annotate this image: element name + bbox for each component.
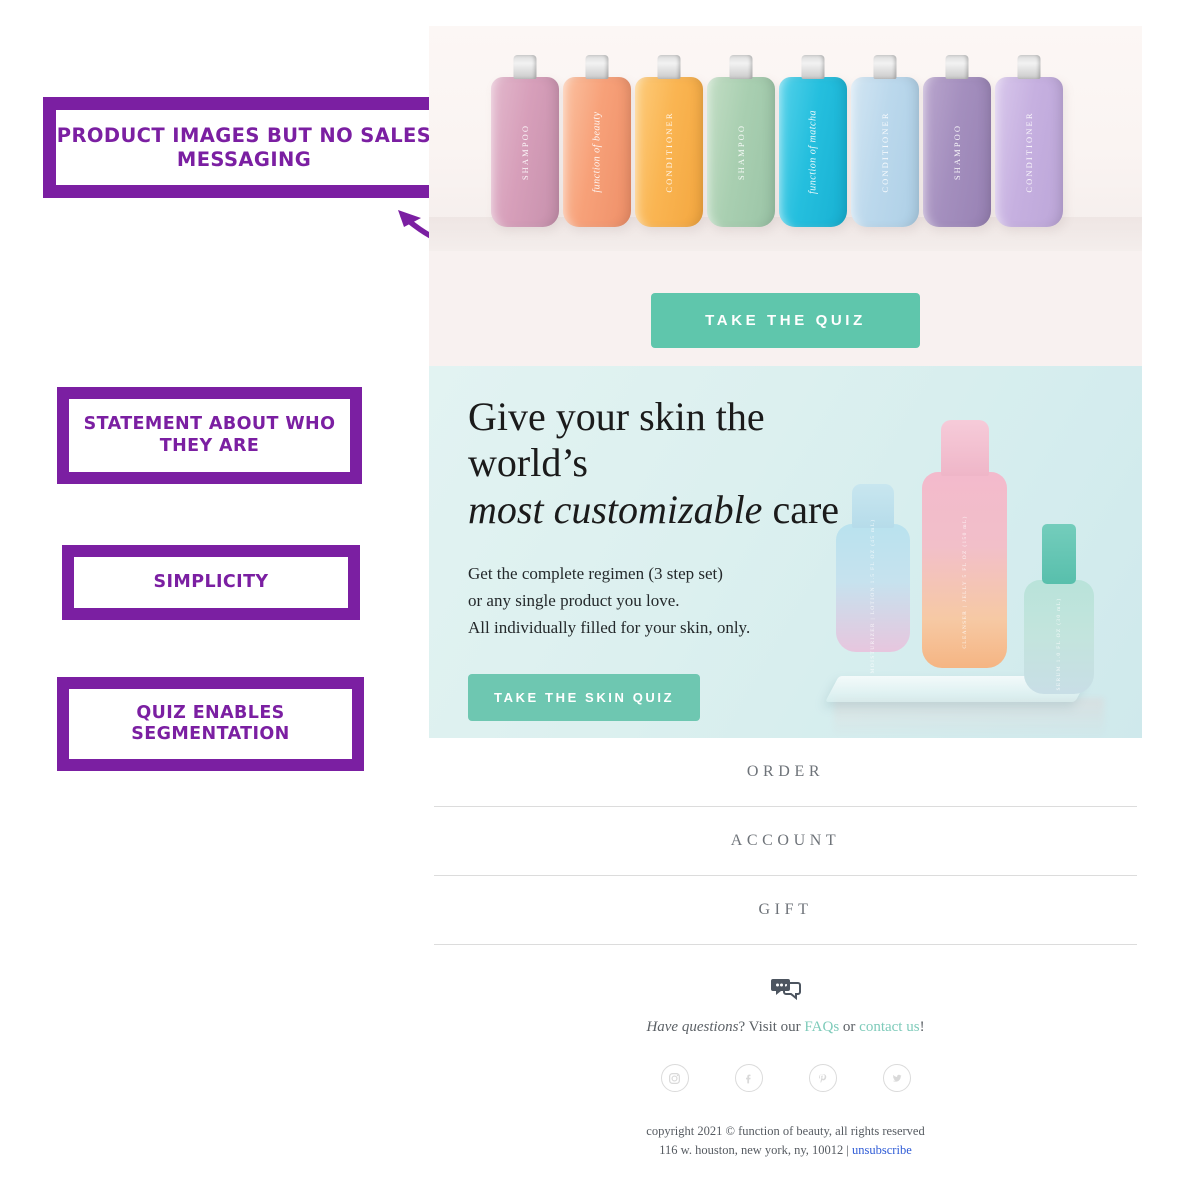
product-serum: SERUM 1.0 FL OZ (30 mL)	[1024, 524, 1094, 694]
bottle-label: SHAMPOO	[736, 123, 746, 181]
skin-headline-line1: Give your skin the world’s	[468, 394, 765, 486]
annotation-label: SIMPLICITY	[153, 571, 269, 592]
twitter-icon[interactable]	[882, 1064, 911, 1092]
bottle-conditioner-lavender: CONDITIONER	[995, 77, 1063, 227]
facebook-icon[interactable]	[734, 1064, 763, 1092]
annotation-label: PRODUCT IMAGES BUT NO SALES MESSAGING	[56, 123, 432, 171]
skin-headline-line2: most customizable care	[468, 487, 888, 533]
hero-cta-wrap: TAKE THE QUIZ	[429, 293, 1142, 348]
bottle-shampoo-purple: SHAMPOO	[923, 77, 991, 227]
bottle-cap	[1042, 524, 1076, 584]
bottle-conditioner-lightblue: CONDITIONER	[851, 77, 919, 227]
bottle-label: function of matcha	[807, 110, 819, 194]
product-label: SERUM 1.0 FL OZ (30 mL)	[1056, 597, 1062, 691]
skin-body-copy: Get the complete regimen (3 step set) or…	[468, 561, 888, 642]
product-label: CLEANSER | JELLY 5 FL OZ (150 mL)	[961, 515, 968, 649]
skin-headline: Give your skin the world’s most customiz…	[468, 394, 888, 533]
skin-section: MOISTURIZER | LOTION 1.5 FL OZ (45 mL) C…	[429, 366, 1142, 738]
nav-item-order[interactable]: ORDER	[434, 738, 1137, 807]
faqs-link[interactable]: FAQs	[804, 1019, 839, 1035]
bottle-label: CONDITIONER	[1024, 111, 1034, 193]
help-line: Have questions? Visit our FAQs or contac…	[429, 1019, 1142, 1036]
help-end: !	[919, 1019, 925, 1035]
annotation-label: QUIZ ENABLES SEGMENTATION	[131, 702, 290, 744]
bottle-function-cyan: function of matcha	[779, 77, 847, 227]
address-text: 116 w. houston, new york, ny, 10012 |	[659, 1142, 853, 1157]
speech-bubbles-icon	[770, 979, 801, 1001]
bottle-function-peach: function of beauty	[563, 77, 631, 227]
annotation-box-product-images: PRODUCT IMAGES BUT NO SALES MESSAGING	[43, 97, 445, 198]
bottle-label: CONDITIONER	[880, 111, 890, 193]
bottle-label: SHAMPOO	[520, 123, 530, 181]
email-body: SHAMPOO function of beauty CONDITIONER S…	[429, 26, 1142, 1171]
copyright-line: copyright 2021 © function of beauty, all…	[646, 1124, 925, 1138]
bottle-shampoo-pink: SHAMPOO	[491, 77, 559, 227]
social-icon-row	[429, 1064, 1142, 1092]
instagram-icon[interactable]	[660, 1064, 689, 1092]
footer-nav-list: ORDER ACCOUNT GIFT	[429, 738, 1142, 945]
unsubscribe-link[interactable]: unsubscribe	[852, 1143, 912, 1157]
annotation-box-statement: STATEMENT ABOUT WHO THEY ARE	[57, 387, 362, 484]
skin-copy-block: Give your skin the world’s most customiz…	[468, 394, 888, 721]
skin-body-line-1: Get the complete regimen (3 step set)	[468, 564, 723, 584]
help-mid: ? Visit our	[738, 1019, 805, 1035]
bottle-conditioner-orange: CONDITIONER	[635, 77, 703, 227]
copyright-block: copyright 2021 © function of beauty, all…	[429, 1122, 1142, 1160]
take-the-skin-quiz-button[interactable]: TAKE THE SKIN QUIZ	[468, 673, 701, 721]
hero-section: SHAMPOO function of beauty CONDITIONER S…	[429, 26, 1142, 366]
help-or: or	[839, 1019, 860, 1035]
bottle-shampoo-green: SHAMPOO	[707, 77, 775, 227]
contact-us-link[interactable]: contact us	[859, 1019, 919, 1035]
bottle-row: SHAMPOO function of beauty CONDITIONER S…	[491, 57, 1086, 227]
bottle-cap	[940, 420, 989, 476]
nav-item-account[interactable]: ACCOUNT	[434, 807, 1137, 876]
nav-item-gift[interactable]: GIFT	[434, 876, 1137, 945]
skin-headline-italic: most customizable	[468, 486, 763, 532]
annotation-box-simplicity: SIMPLICITY	[62, 545, 360, 620]
skin-body-line-2: or any single product you love.	[468, 591, 680, 611]
pinterest-icon[interactable]	[808, 1064, 837, 1092]
bottle-label: SHAMPOO	[952, 123, 962, 181]
haircare-product-photo: SHAMPOO function of beauty CONDITIONER S…	[429, 26, 1142, 251]
address-line: 116 w. houston, new york, ny, 10012 | un…	[429, 1141, 1142, 1160]
bottle-label: CONDITIONER	[664, 111, 674, 193]
bottle-label: function of beauty	[591, 111, 603, 193]
product-cleanser-jelly: CLEANSER | JELLY 5 FL OZ (150 mL)	[922, 420, 1007, 668]
annotation-box-quiz-segmentation: QUIZ ENABLES SEGMENTATION	[57, 677, 364, 771]
take-the-quiz-button[interactable]: TAKE THE QUIZ	[651, 293, 920, 348]
skin-body-line-3: All individually filled for your skin, o…	[468, 617, 751, 637]
help-italic: Have questions	[646, 1019, 739, 1035]
email-footer: Have questions? Visit our FAQs or contac…	[429, 945, 1142, 1160]
skin-headline-tail: care	[762, 486, 840, 532]
annotation-label: STATEMENT ABOUT WHO THEY ARE	[83, 414, 336, 456]
